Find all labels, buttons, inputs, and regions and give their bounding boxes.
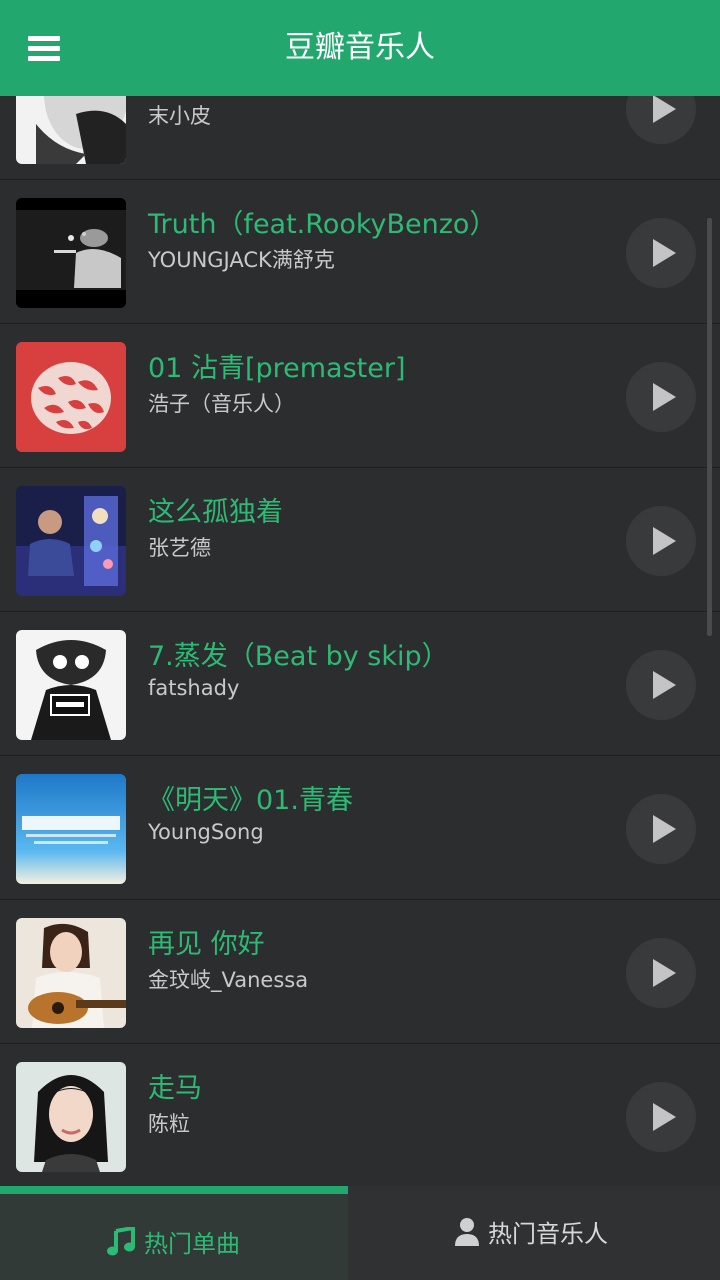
play-icon <box>653 815 676 843</box>
tab-hot-songs[interactable]: 热门单曲 <box>0 1186 348 1280</box>
album-cover <box>16 1062 126 1172</box>
bottom-tab-bar: 热门单曲 热门音乐人 <box>0 1186 720 1280</box>
song-title[interactable]: 《明天》01.青春 <box>148 778 353 817</box>
song-artist[interactable]: YoungSong <box>148 820 264 844</box>
song-row[interactable]: 01 沾青[premaster] 浩子（音乐人） <box>0 324 720 468</box>
app-title: 豆瓣音乐人 <box>285 30 435 65</box>
play-icon <box>653 959 676 987</box>
song-row[interactable]: 走马 陈粒 <box>0 1044 720 1188</box>
play-icon <box>653 383 676 411</box>
play-icon <box>653 671 676 699</box>
song-artist[interactable]: fatshady <box>148 676 239 700</box>
song-title[interactable]: 7.蒸发（Beat by skip） <box>148 634 449 673</box>
play-icon <box>653 95 676 123</box>
album-cover <box>16 486 126 596</box>
song-title[interactable]: 这么孤独着 <box>148 490 283 529</box>
song-row[interactable]: 7.蒸发（Beat by skip） fatshady <box>0 612 720 756</box>
song-artist[interactable]: YOUNGJACK满舒克 <box>148 244 335 274</box>
play-button[interactable] <box>626 938 696 1008</box>
play-icon <box>653 239 676 267</box>
song-row[interactable]: 再见 你好 金玟岐_Vanessa <box>0 900 720 1044</box>
play-button[interactable] <box>626 218 696 288</box>
play-button[interactable] <box>626 1082 696 1152</box>
song-row[interactable]: 这么孤独着 张艺德 <box>0 468 720 612</box>
song-title[interactable]: Truth（feat.RookyBenzo） <box>148 202 496 241</box>
active-tab-indicator <box>0 1186 348 1194</box>
play-button[interactable] <box>626 506 696 576</box>
tab-label: 热门音乐人 <box>488 1220 608 1248</box>
song-artist[interactable]: 陈粒 <box>148 1108 190 1138</box>
album-cover <box>16 630 126 740</box>
song-artist[interactable]: 金玟岐_Vanessa <box>148 964 308 994</box>
play-button[interactable] <box>626 362 696 432</box>
song-title[interactable]: 走马 <box>148 1066 202 1105</box>
song-artist[interactable]: 末小皮 <box>148 100 211 130</box>
tab-hot-artists[interactable]: 热门音乐人 <box>348 1186 720 1280</box>
song-artist[interactable]: 张艺德 <box>148 532 211 562</box>
song-title[interactable]: 再见 你好 <box>148 922 265 961</box>
tab-label: 热门单曲 <box>144 1230 240 1258</box>
person-icon <box>455 1217 479 1246</box>
play-icon <box>653 1103 676 1131</box>
album-cover <box>16 198 126 308</box>
song-title[interactable]: 01 沾青[premaster] <box>148 346 405 385</box>
song-row[interactable]: Truth（feat.RookyBenzo） YOUNGJACK满舒克 <box>0 180 720 324</box>
song-row[interactable]: 《明天》01.青春 YoungSong <box>0 756 720 900</box>
album-cover <box>16 774 126 884</box>
album-cover <box>16 342 126 452</box>
play-button[interactable] <box>626 794 696 864</box>
album-cover <box>16 918 126 1028</box>
scrollbar-thumb[interactable] <box>707 218 712 636</box>
song-list[interactable]: 末小皮 Truth（feat.RookyBenzo） YOUNGJACK满舒克 <box>0 36 720 1188</box>
play-button[interactable] <box>626 650 696 720</box>
music-note-icon <box>107 1225 135 1255</box>
song-artist[interactable]: 浩子（音乐人） <box>148 388 295 418</box>
app-bar: 豆瓣音乐人 <box>0 0 720 96</box>
play-icon <box>653 527 676 555</box>
